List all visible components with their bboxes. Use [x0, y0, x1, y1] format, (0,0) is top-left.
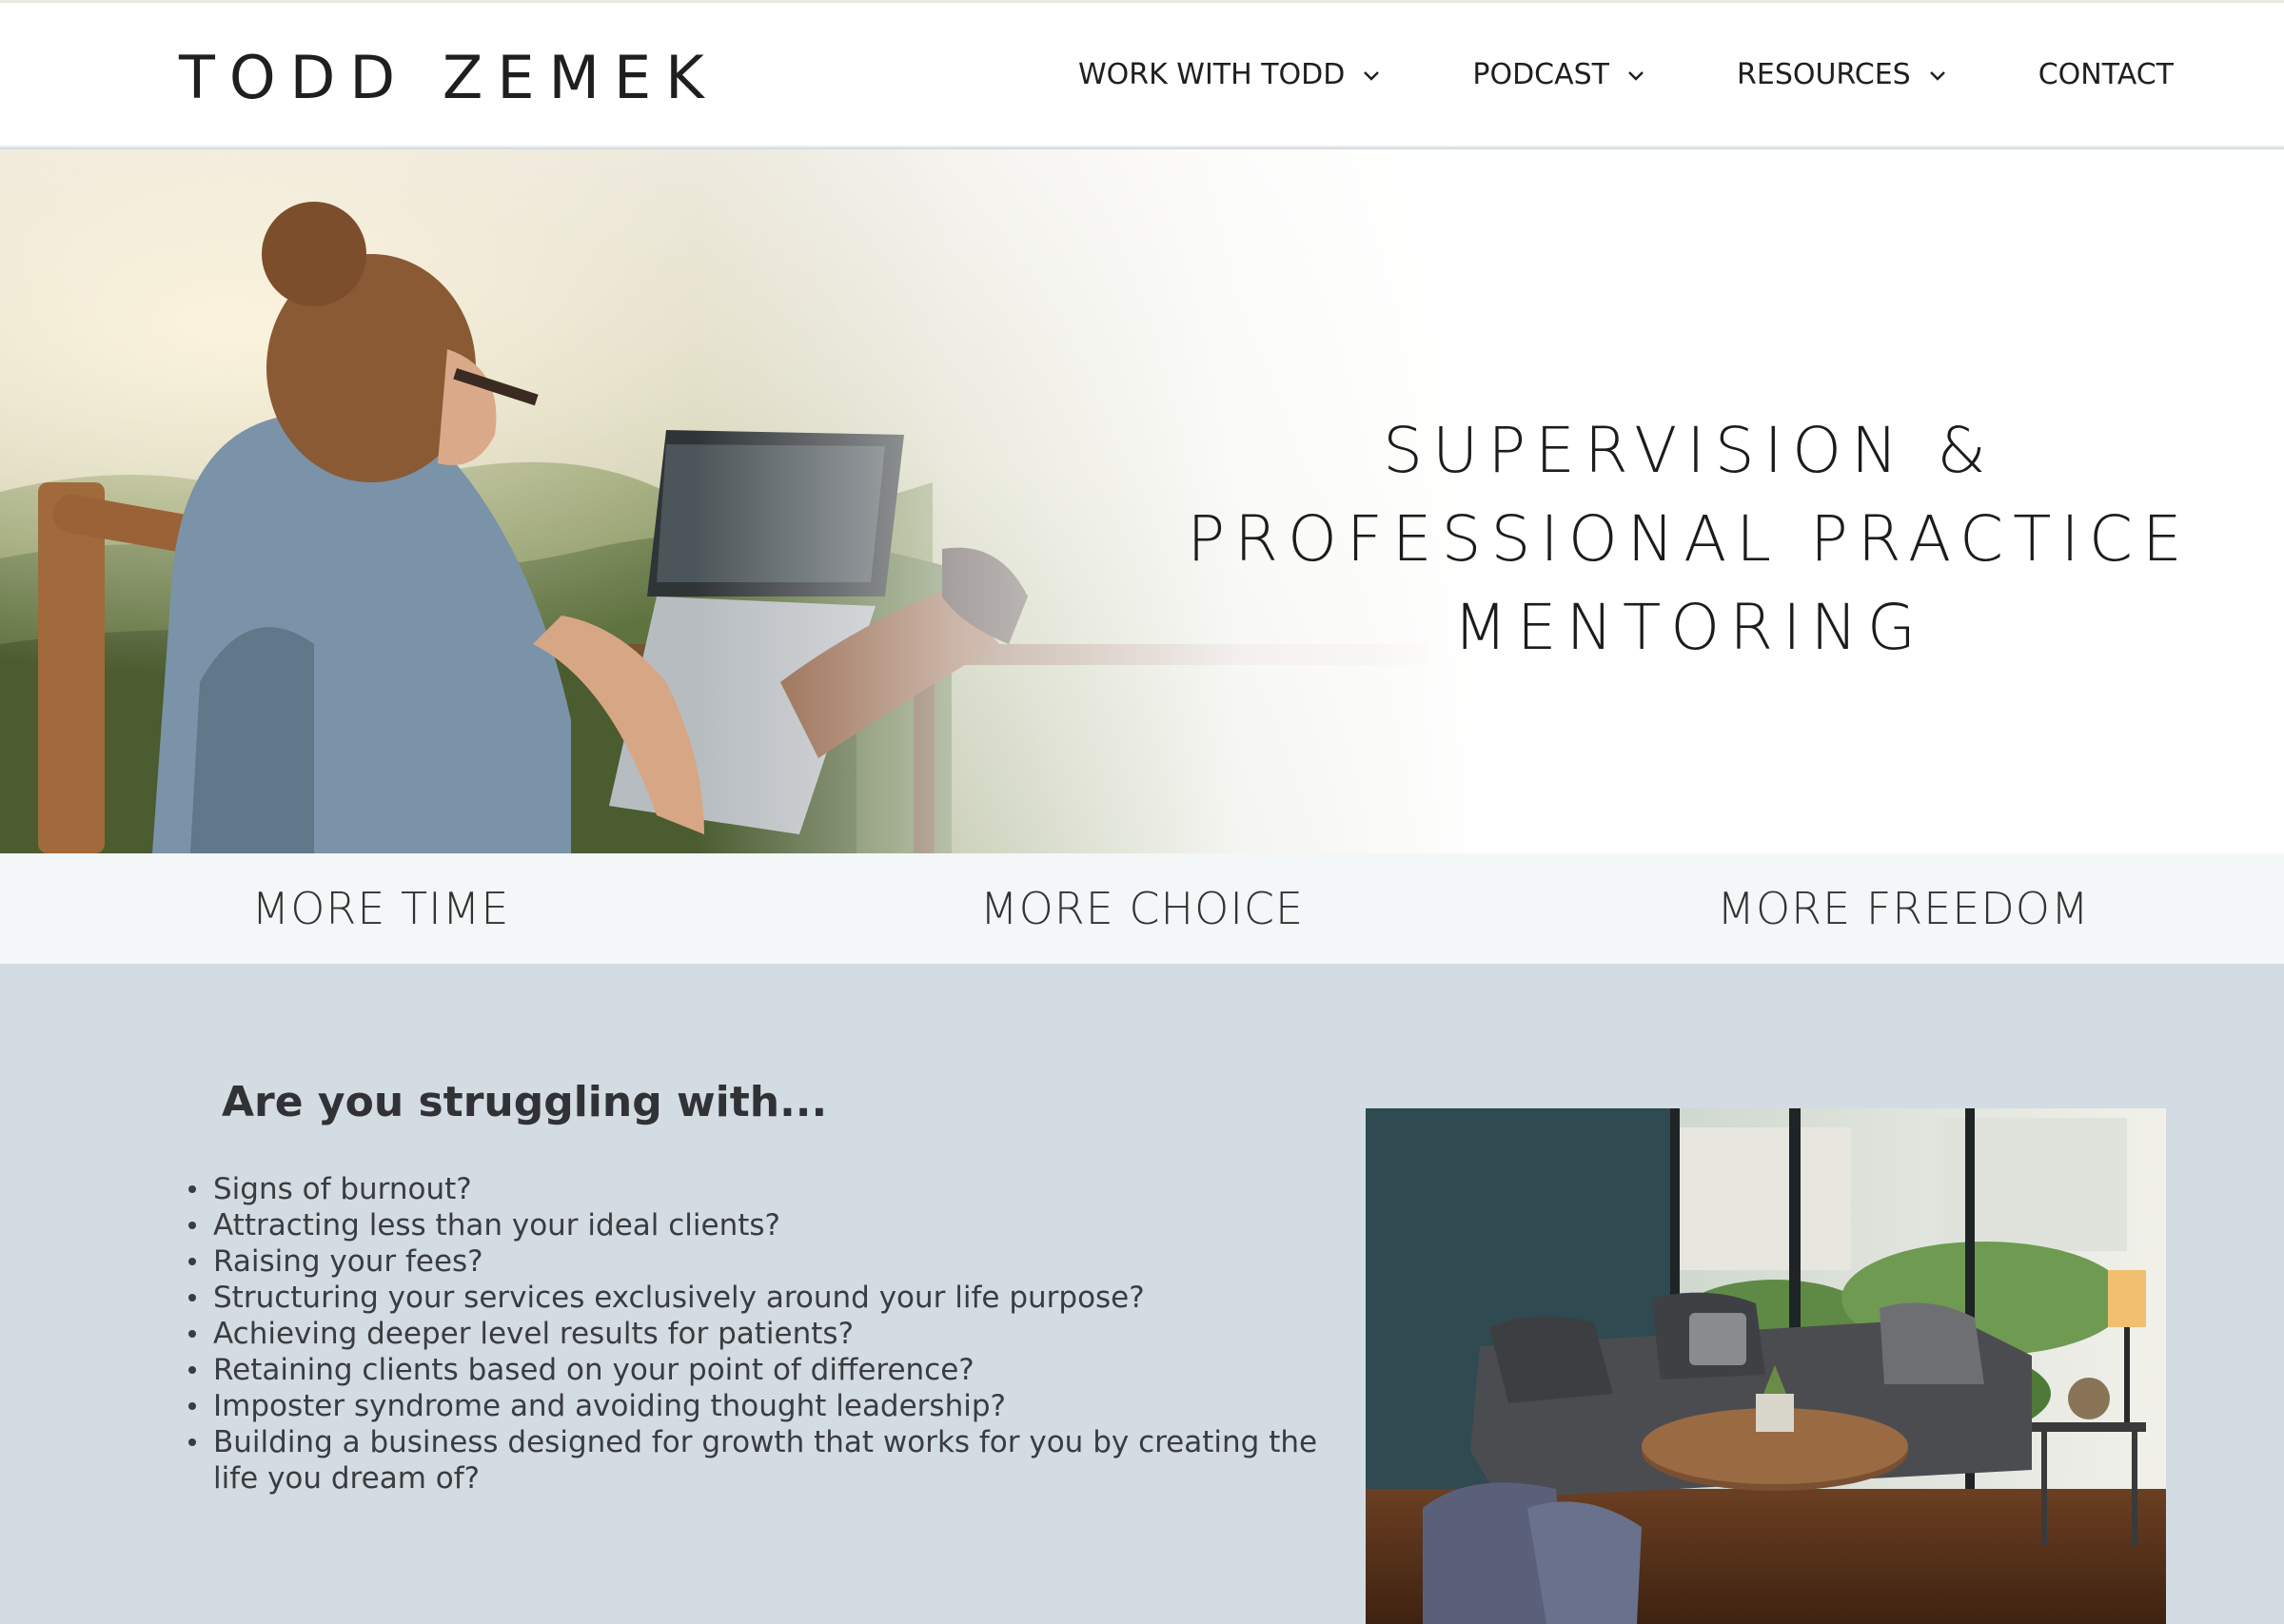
- main-nav: WORK WITH TODD PODCAST RESOURCES CONTACT: [1078, 58, 2174, 91]
- hero-banner: SUPERVISION & PROFESSIONAL PRACTICE MENT…: [0, 149, 2284, 853]
- pillar-more-choice: MORE CHOICE: [979, 883, 1305, 934]
- hero-title-line: MENTORING: [1452, 591, 1926, 664]
- pillar-more-time: MORE TIME: [251, 883, 510, 934]
- list-item: Structuring your services exclusively ar…: [187, 1280, 1329, 1316]
- nav-podcast[interactable]: PODCAST: [1472, 58, 1647, 91]
- section-heading: Are you struggling with...: [222, 1078, 828, 1126]
- list-item: Attracting less than your ideal clients?: [187, 1207, 1329, 1243]
- list-item: Building a business designed for growth …: [187, 1424, 1329, 1497]
- site-header: TODD ZEMEK WORK WITH TODD PODCAST RESOUR…: [0, 3, 2284, 147]
- chevron-down-icon: [1926, 64, 1949, 87]
- chevron-down-icon: [1360, 64, 1383, 87]
- list-item: Signs of burnout?: [187, 1171, 1329, 1207]
- list-item: Raising your fees?: [187, 1243, 1329, 1280]
- benefit-pillars: MORE TIME MORE CHOICE MORE FREEDOM: [0, 853, 2284, 964]
- struggles-list: Signs of burnout? Attracting less than y…: [187, 1171, 1329, 1497]
- nav-label: CONTACT: [2038, 58, 2174, 91]
- list-item: Imposter syndrome and avoiding thought l…: [187, 1388, 1329, 1424]
- struggling-section: Are you struggling with... Signs of burn…: [0, 964, 2284, 1624]
- nav-work-with-todd[interactable]: WORK WITH TODD: [1078, 58, 1383, 91]
- therapy-room-image: [1366, 1108, 2166, 1624]
- nav-label: PODCAST: [1472, 58, 1610, 91]
- nav-label: RESOURCES: [1737, 58, 1911, 91]
- list-item: Achieving deeper level results for patie…: [187, 1316, 1329, 1352]
- nav-resources[interactable]: RESOURCES: [1737, 58, 1949, 91]
- site-logo[interactable]: TODD ZEMEK: [179, 43, 719, 112]
- list-item: Retaining clients based on your point of…: [187, 1352, 1329, 1388]
- hero-title: SUPERVISION & PROFESSIONAL PRACTICE MENT…: [1142, 406, 2236, 672]
- chevron-down-icon: [1624, 64, 1647, 87]
- nav-label: WORK WITH TODD: [1077, 58, 1346, 91]
- pillar-more-freedom: MORE FREEDOM: [1717, 883, 2090, 934]
- hero-title-line: SUPERVISION &: [1383, 414, 1996, 487]
- nav-contact[interactable]: CONTACT: [2038, 58, 2174, 91]
- hero-title-line: PROFESSIONAL PRACTICE: [1187, 502, 2192, 576]
